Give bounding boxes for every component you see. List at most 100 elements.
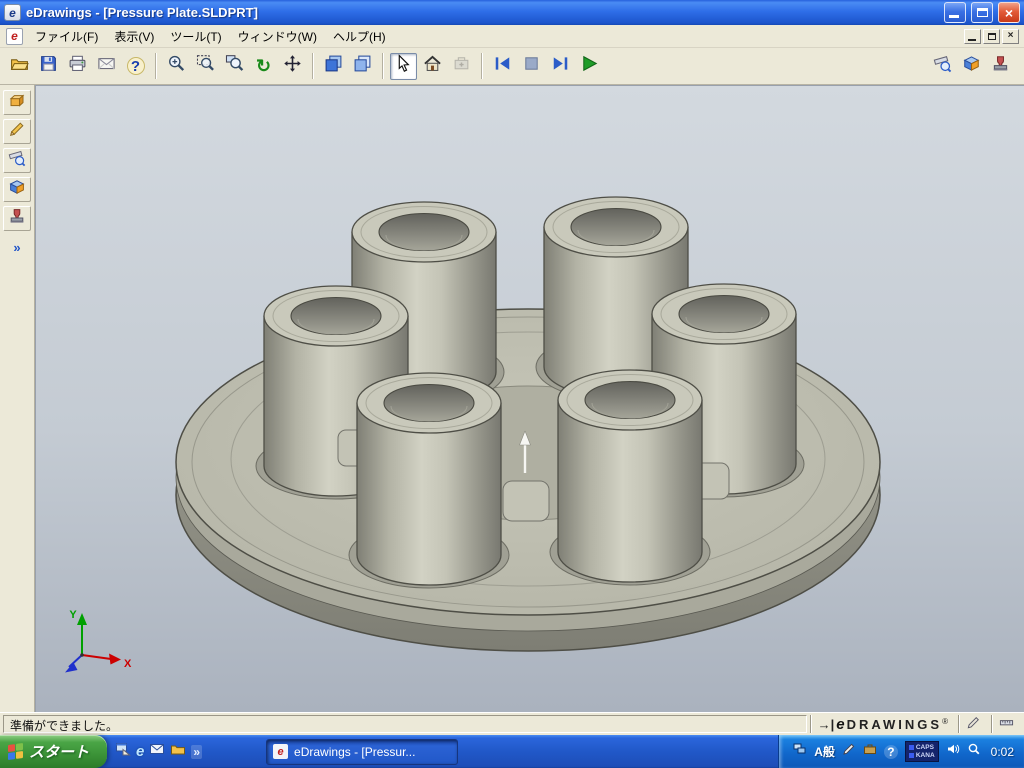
volume-tray-icon[interactable] bbox=[946, 742, 960, 761]
document-icon[interactable]: e bbox=[6, 27, 23, 45]
kana-label: KANA bbox=[915, 752, 935, 759]
pan-button[interactable] bbox=[279, 53, 306, 80]
ime-help-icon[interactable]: ? bbox=[883, 744, 898, 759]
previous-view-button[interactable] bbox=[489, 53, 516, 80]
kana-lamp bbox=[908, 753, 914, 758]
help-button[interactable]: ? bbox=[122, 53, 149, 80]
viewport-3d-canvas[interactable]: Y X bbox=[35, 85, 1024, 712]
zoom-area-button[interactable] bbox=[221, 53, 248, 80]
document-icon-letter: e bbox=[11, 29, 18, 43]
shaded-view-icon bbox=[324, 54, 343, 78]
zoom-to-fit-button[interactable] bbox=[192, 53, 219, 80]
network-tray-icon[interactable] bbox=[793, 742, 807, 761]
menu-help[interactable]: ヘルプ(H) bbox=[325, 25, 394, 48]
mdi-minimize-button[interactable] bbox=[964, 28, 981, 44]
main-area: » Y X bbox=[0, 85, 1024, 712]
chevron-right-icon: » bbox=[13, 240, 21, 255]
minimize-button[interactable] bbox=[944, 2, 966, 23]
measure-status-button[interactable] bbox=[991, 715, 1021, 733]
ime-pen-icon[interactable] bbox=[842, 742, 856, 761]
start-button[interactable]: スタート bbox=[0, 735, 108, 768]
sidebar-components-button[interactable] bbox=[3, 90, 31, 115]
quick-launch-overflow-button[interactable]: » bbox=[191, 744, 203, 759]
save-button[interactable] bbox=[35, 53, 62, 80]
send-email-button[interactable] bbox=[93, 53, 120, 80]
play-icon bbox=[580, 54, 599, 78]
restore-icon bbox=[987, 32, 996, 40]
maximize-icon bbox=[976, 8, 988, 17]
close-button[interactable]: × bbox=[998, 2, 1020, 23]
statusbar: 準備ができました。 →| e DRAWINGS ® bbox=[0, 712, 1024, 735]
toolbar-separator bbox=[312, 53, 314, 79]
menu-view[interactable]: 表示(V) bbox=[106, 25, 162, 48]
ime-tools-icon[interactable] bbox=[863, 742, 877, 761]
edrawings-app-icon: e bbox=[4, 4, 21, 21]
caps-lamp bbox=[908, 745, 914, 750]
mdi-restore-button[interactable] bbox=[983, 28, 1000, 44]
help-icon: ? bbox=[126, 57, 145, 75]
measure-button[interactable] bbox=[929, 53, 956, 80]
sidebar-expand-button[interactable]: » bbox=[3, 235, 31, 260]
move-component-button[interactable] bbox=[448, 53, 475, 80]
menu-window[interactable]: ウィンドウ(W) bbox=[230, 25, 325, 48]
zoom-area-icon bbox=[225, 54, 244, 78]
section-button[interactable] bbox=[958, 53, 985, 80]
maximize-button[interactable] bbox=[971, 2, 993, 23]
sidebar-section-button[interactable] bbox=[3, 177, 31, 202]
section-icon bbox=[8, 178, 26, 201]
wireframe-view-icon bbox=[353, 54, 372, 78]
menubar: e ファイル(F) 表示(V) ツール(T) ウィンドウ(W) ヘルプ(H) × bbox=[0, 25, 1024, 48]
next-view-button[interactable] bbox=[547, 53, 574, 80]
stop-animation-button[interactable] bbox=[518, 53, 545, 80]
menu-tools[interactable]: ツール(T) bbox=[162, 25, 229, 48]
components-icon bbox=[8, 91, 26, 114]
zoom-button[interactable] bbox=[163, 53, 190, 80]
show-desktop-icon[interactable] bbox=[115, 741, 131, 762]
search-tray-icon[interactable] bbox=[967, 742, 981, 761]
sidebar-measure-button[interactable] bbox=[3, 148, 31, 173]
zoom-fit-icon bbox=[196, 54, 215, 78]
status-message: 準備ができました。 bbox=[3, 715, 807, 733]
task-button-edrawings[interactable]: e eDrawings - [Pressur... bbox=[266, 738, 459, 765]
floppy-disk-icon bbox=[39, 54, 58, 78]
sidebar-markup-button[interactable] bbox=[3, 119, 31, 144]
taskbar-clock[interactable]: 0:02 bbox=[988, 745, 1014, 759]
caps-kana-indicator[interactable]: CAPS KANA bbox=[904, 741, 939, 762]
triad-x-label: X bbox=[124, 658, 132, 670]
select-button[interactable] bbox=[390, 52, 417, 80]
toolbar-separator bbox=[155, 53, 157, 79]
folder-icon[interactable] bbox=[170, 741, 186, 762]
internet-explorer-icon[interactable]: e bbox=[136, 744, 144, 759]
start-label: スタート bbox=[29, 744, 90, 761]
markup-status-button[interactable] bbox=[958, 715, 988, 733]
stamp-icon bbox=[991, 54, 1010, 78]
brand-registered-mark: ® bbox=[942, 717, 948, 726]
app-icon-letter: e bbox=[9, 5, 16, 20]
home-view-button[interactable] bbox=[419, 53, 446, 80]
rotate-button[interactable]: ↻ bbox=[250, 53, 277, 80]
mail-icon[interactable] bbox=[149, 741, 165, 762]
measure-icon bbox=[933, 54, 952, 78]
menu-file[interactable]: ファイル(F) bbox=[27, 25, 106, 48]
toolbar-separator bbox=[382, 53, 384, 79]
sidebar-stamp-button[interactable] bbox=[3, 206, 31, 231]
stamp-button[interactable] bbox=[987, 53, 1014, 80]
ime-mode-indicator[interactable]: A般 bbox=[814, 743, 835, 760]
open-button[interactable] bbox=[6, 53, 33, 80]
section-icon bbox=[962, 54, 981, 78]
move-component-icon bbox=[452, 54, 471, 78]
window-title: eDrawings - [Pressure Plate.SLDPRT] bbox=[26, 5, 258, 20]
play-animation-button[interactable] bbox=[576, 53, 603, 80]
close-icon: × bbox=[1007, 30, 1014, 41]
windows-flag-icon bbox=[8, 742, 23, 761]
left-toolbar: » bbox=[0, 85, 35, 712]
wireframe-view-button[interactable] bbox=[349, 53, 376, 80]
mdi-close-button[interactable]: × bbox=[1002, 28, 1019, 44]
orientation-triad: Y X bbox=[65, 609, 132, 673]
screen: e eDrawings - [Pressure Plate.SLDPRT] × … bbox=[0, 0, 1024, 768]
close-icon: × bbox=[1004, 4, 1014, 21]
edrawings-brand: →| e DRAWINGS ® bbox=[809, 715, 955, 733]
print-button[interactable] bbox=[64, 53, 91, 80]
shaded-view-button[interactable] bbox=[320, 53, 347, 80]
viewport[interactable]: Y X bbox=[35, 85, 1024, 712]
